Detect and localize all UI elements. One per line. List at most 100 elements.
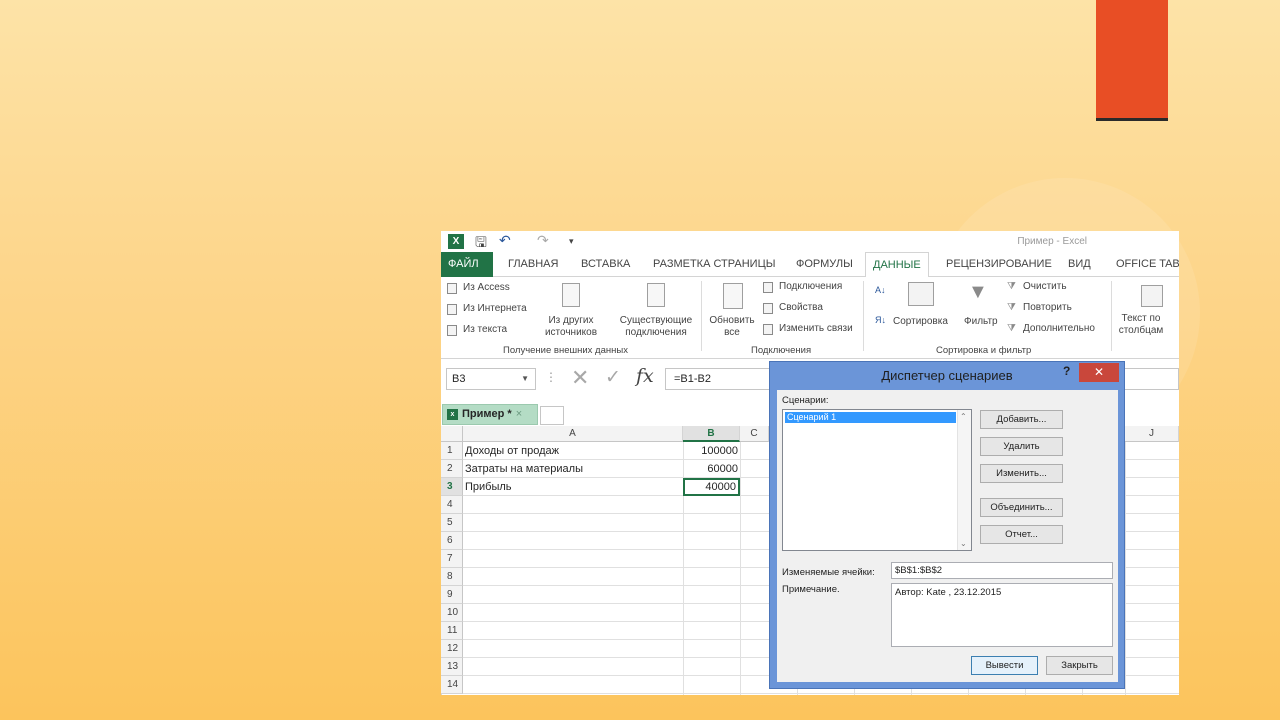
cell-a[interactable]: Доходы от продаж xyxy=(465,442,681,460)
row-header[interactable]: 11 xyxy=(441,622,463,640)
sort-za-icon[interactable]: Я↓ xyxy=(875,315,886,325)
scrollbar[interactable]: ⌃ ⌄ xyxy=(957,410,971,550)
clear-button[interactable]: Очистить xyxy=(1023,281,1067,292)
customize-toolbar-icon[interactable]: ▾ xyxy=(569,236,574,247)
existing-connections-label-2[interactable]: подключения xyxy=(615,327,697,338)
refresh-all-button[interactable]: Обновить xyxy=(706,315,758,326)
confirm-entry-icon[interactable]: ✓ xyxy=(605,366,621,389)
properties-button[interactable]: Свойства xyxy=(779,302,823,313)
row-header[interactable]: 12 xyxy=(441,640,463,658)
help-icon[interactable]: ? xyxy=(1063,364,1070,378)
report-button[interactable]: Отчет... xyxy=(980,525,1063,544)
cell-a[interactable] xyxy=(465,532,681,550)
undo-icon[interactable]: ↶ xyxy=(499,232,511,249)
show-button[interactable]: Вывести xyxy=(971,656,1038,675)
cell-b[interactable]: 40000 xyxy=(683,478,740,496)
tab-formulas[interactable]: ФОРМУЛЫ xyxy=(789,252,860,277)
name-box[interactable]: B3 ▼ xyxy=(446,368,536,390)
cell-b[interactable] xyxy=(683,568,740,586)
cell-b[interactable] xyxy=(683,532,740,550)
edit-button[interactable]: Изменить... xyxy=(980,464,1063,483)
cell-b[interactable] xyxy=(683,640,740,658)
cell-b[interactable]: 100000 xyxy=(683,442,740,460)
cell-b[interactable] xyxy=(683,604,740,622)
tab-home[interactable]: ГЛАВНАЯ xyxy=(501,252,565,277)
tab-office-tab[interactable]: OFFICE TAB xyxy=(1109,252,1179,277)
from-access-button[interactable]: Из Access xyxy=(463,282,510,293)
row-header[interactable]: 13 xyxy=(441,658,463,676)
changing-cells-field[interactable]: $B$1:$B$2 xyxy=(891,562,1113,579)
filter-button[interactable]: Фильтр xyxy=(964,316,998,327)
workbook-tab[interactable]: x Пример * × xyxy=(442,404,538,425)
select-all-corner[interactable] xyxy=(441,426,463,442)
existing-connections-button[interactable]: Существующие xyxy=(615,315,697,326)
tab-page-layout[interactable]: РАЗМЕТКА СТРАНИЦЫ xyxy=(646,252,782,277)
row-header[interactable]: 5 xyxy=(441,514,463,532)
connections-button[interactable]: Подключения xyxy=(779,281,842,292)
close-icon[interactable]: ✕ xyxy=(1079,363,1119,382)
tab-data[interactable]: ДАННЫЕ xyxy=(865,252,929,278)
close-button[interactable]: Закрыть xyxy=(1046,656,1113,675)
tab-view[interactable]: ВИД xyxy=(1061,252,1098,277)
cell-b[interactable] xyxy=(683,514,740,532)
cell-a[interactable] xyxy=(465,496,681,514)
add-button[interactable]: Добавить... xyxy=(980,410,1063,429)
cell-a[interactable] xyxy=(465,676,681,694)
cell-b[interactable] xyxy=(683,586,740,604)
cell-b[interactable] xyxy=(683,622,740,640)
reapply-button[interactable]: Повторить xyxy=(1023,302,1072,313)
column-header-b[interactable]: B xyxy=(683,426,740,442)
tab-insert[interactable]: ВСТАВКА xyxy=(574,252,637,277)
column-header-a[interactable]: A xyxy=(463,426,683,442)
row-header[interactable]: 4 xyxy=(441,496,463,514)
cell-b[interactable]: 60000 xyxy=(683,460,740,478)
cell-b[interactable] xyxy=(683,496,740,514)
row-header[interactable]: 1 xyxy=(441,442,463,460)
column-header-c[interactable]: C xyxy=(740,426,769,442)
cell-a[interactable]: Затраты на материалы xyxy=(465,460,681,478)
from-text-button[interactable]: Из текста xyxy=(463,324,507,335)
column-header-j[interactable]: J xyxy=(1125,426,1179,442)
cell-a[interactable] xyxy=(465,550,681,568)
cell-b[interactable] xyxy=(683,550,740,568)
row-header[interactable]: 10 xyxy=(441,604,463,622)
cell-a[interactable]: Прибыль xyxy=(465,478,681,496)
tab-file[interactable]: ФАЙЛ xyxy=(441,252,493,277)
row-header[interactable]: 3 xyxy=(441,478,463,496)
row-header[interactable]: 8 xyxy=(441,568,463,586)
refresh-all-label-2[interactable]: все xyxy=(706,327,758,338)
advanced-button[interactable]: Дополнительно xyxy=(1023,323,1095,334)
redo-icon[interactable]: ↷ xyxy=(537,232,549,249)
cancel-entry-icon[interactable]: ✕ xyxy=(571,365,589,391)
row-header[interactable]: 2 xyxy=(441,460,463,478)
merge-button[interactable]: Объединить... xyxy=(980,498,1063,517)
edit-links-button[interactable]: Изменить связи xyxy=(779,323,853,334)
chevron-down-icon[interactable]: ⌄ xyxy=(960,539,967,548)
from-other-sources-button[interactable]: Из других xyxy=(537,315,605,326)
sort-az-icon[interactable]: A↓ xyxy=(875,285,886,295)
row-header[interactable]: 6 xyxy=(441,532,463,550)
insert-function-icon[interactable]: fx xyxy=(636,365,654,387)
sort-button[interactable]: Сортировка xyxy=(893,316,948,327)
from-web-button[interactable]: Из Интернета xyxy=(463,303,527,314)
cell-b[interactable] xyxy=(683,658,740,676)
cell-a[interactable] xyxy=(465,514,681,532)
chevron-down-icon[interactable]: ▼ xyxy=(521,369,529,389)
text-to-columns-label-2[interactable]: столбцам xyxy=(1115,325,1167,336)
cell-a[interactable] xyxy=(465,586,681,604)
scenario-list[interactable]: Сценарий 1 ⌃ ⌄ xyxy=(782,409,972,551)
cell-a[interactable] xyxy=(465,622,681,640)
from-other-sources-label-2[interactable]: источников xyxy=(537,327,605,338)
delete-button[interactable]: Удалить xyxy=(980,437,1063,456)
cell-a[interactable] xyxy=(465,568,681,586)
cell-a[interactable] xyxy=(465,640,681,658)
text-to-columns-button[interactable]: Текст по xyxy=(1115,313,1167,324)
close-tab-icon[interactable]: × xyxy=(516,408,522,420)
row-header[interactable]: 14 xyxy=(441,676,463,694)
chevron-up-icon[interactable]: ⌃ xyxy=(960,412,967,421)
cell-b[interactable] xyxy=(683,676,740,694)
cell-a[interactable] xyxy=(465,658,681,676)
row-header[interactable]: 9 xyxy=(441,586,463,604)
comment-field[interactable]: Автор: Kate , 23.12.2015 xyxy=(891,583,1113,647)
new-tab-button[interactable] xyxy=(540,406,564,425)
